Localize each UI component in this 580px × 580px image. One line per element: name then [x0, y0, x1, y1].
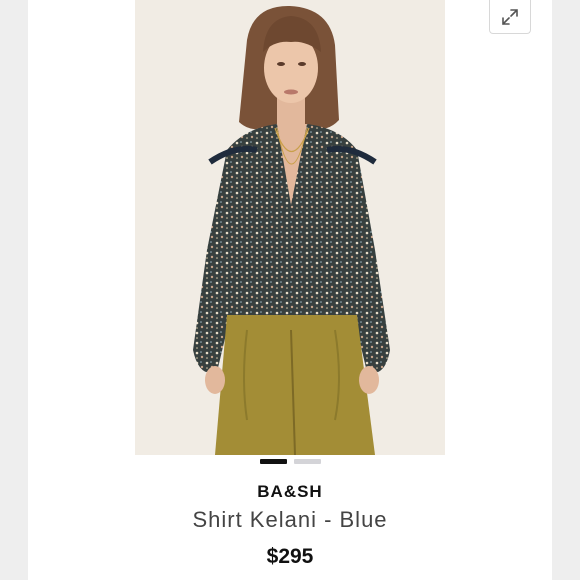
expand-arrows-icon	[502, 8, 518, 25]
product-brand[interactable]: BA&SH	[0, 482, 580, 502]
gallery-dot-2[interactable]	[293, 459, 321, 464]
gallery-pagination	[0, 459, 580, 467]
product-price: $295	[266, 545, 314, 568]
model-illustration	[193, 5, 390, 455]
product-title[interactable]: Shirt Kelani - Blue	[0, 507, 580, 533]
expand-image-button[interactable]	[489, 0, 531, 34]
gallery-dot-1[interactable]	[259, 459, 287, 464]
product-photo[interactable]	[135, 0, 445, 455]
